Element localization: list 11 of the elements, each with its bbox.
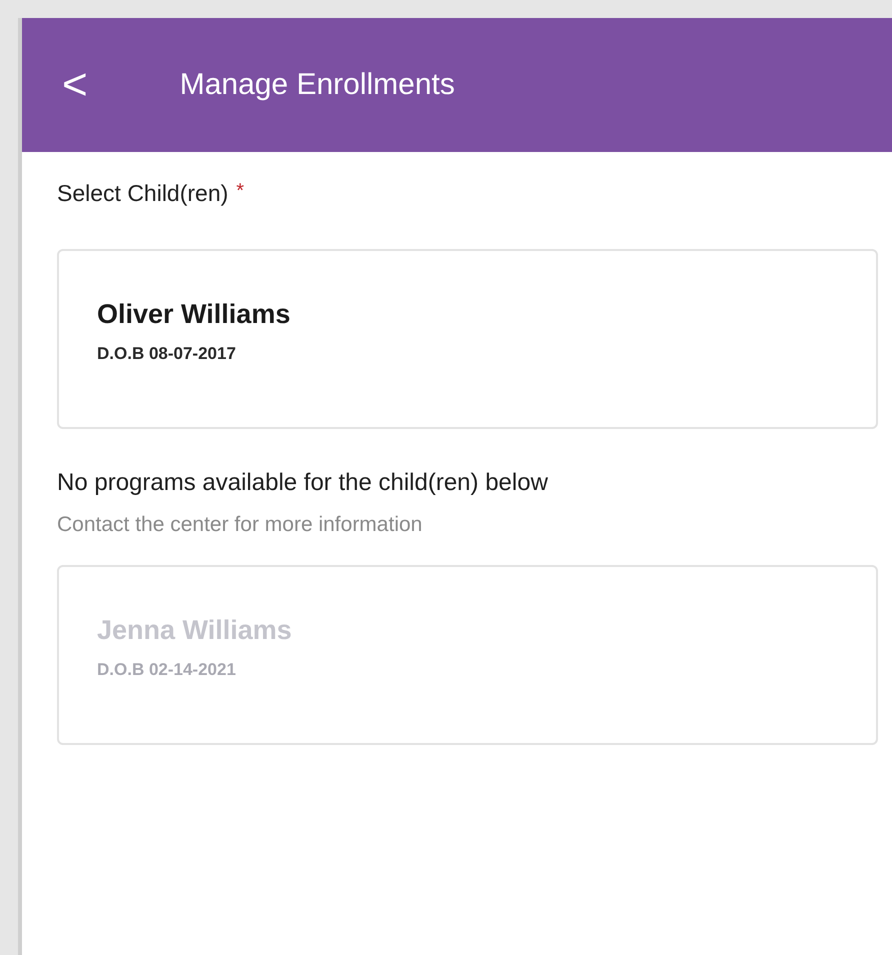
child-name: Jenna Williams [97, 615, 293, 646]
back-button[interactable]: < [54, 63, 96, 107]
child-name: Oliver Williams [97, 299, 292, 330]
page-title: Manage Enrollments [180, 68, 455, 102]
required-mark: * [236, 180, 244, 204]
unavailable-note: Contact the center for more information [57, 513, 424, 537]
date-of-birth: D.O.B 08-07-2017 [97, 344, 237, 364]
select-label: Select Child(ren) [57, 180, 228, 207]
unavailable-heading: No programs available for the child(ren) below [57, 469, 549, 497]
child-card[interactable]: Oliver Williams D.O.B 08-07-2017 [57, 249, 878, 429]
date-of-birth: D.O.B 02-14-2021 [97, 660, 237, 680]
